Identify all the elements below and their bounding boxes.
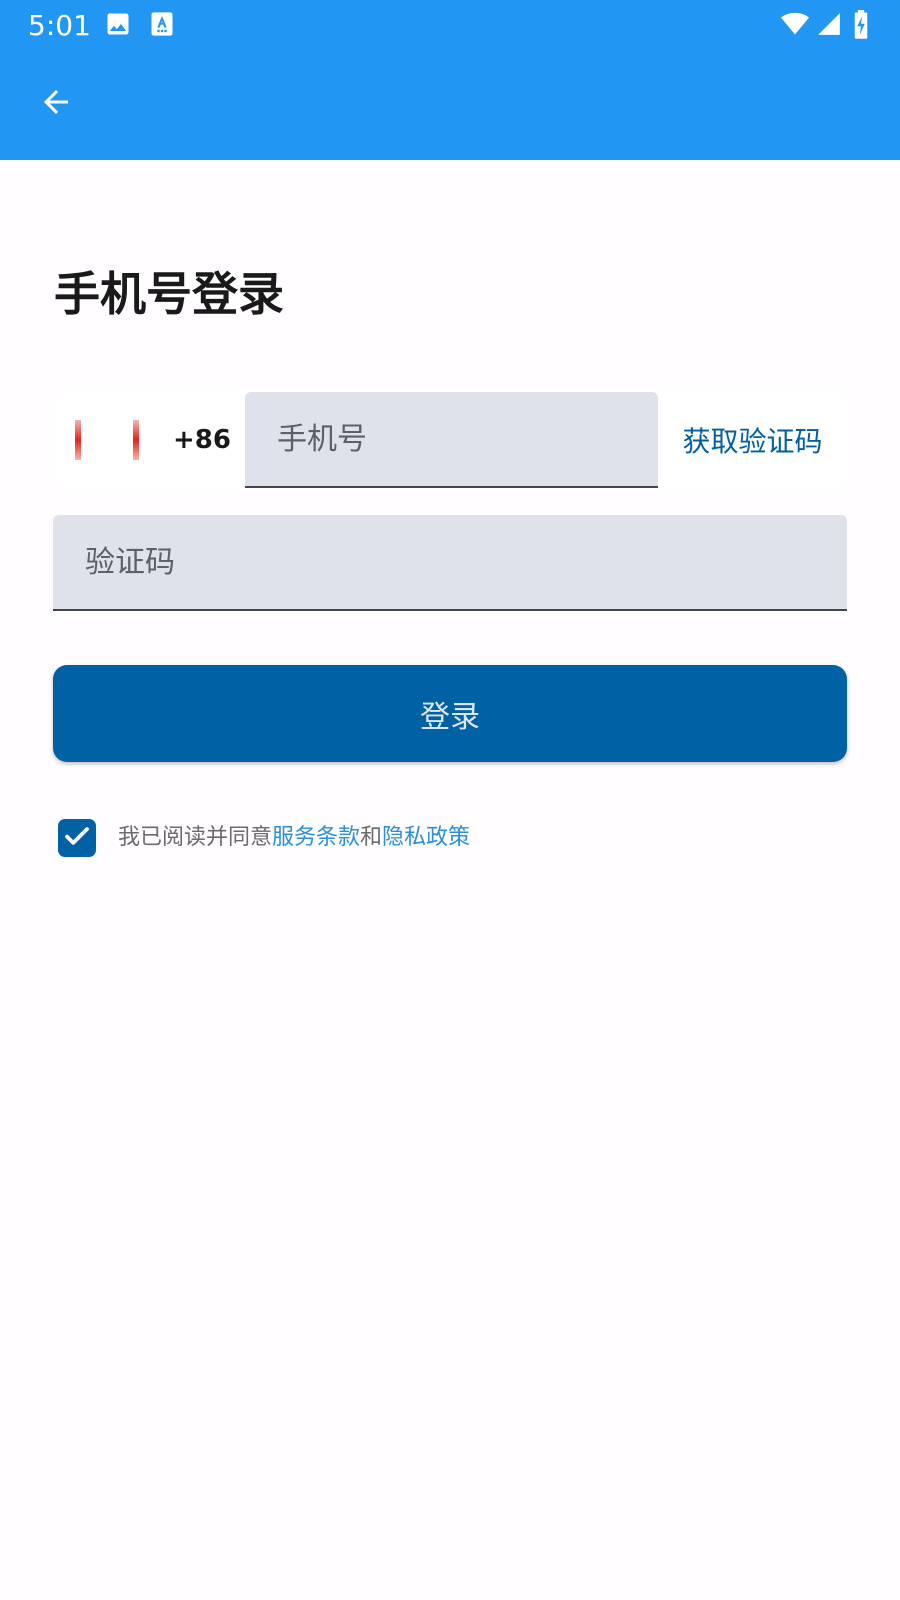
login-button[interactable]: 登录 <box>53 665 847 762</box>
page-title: 手机号登录 <box>54 267 284 321</box>
text-a-icon <box>148 10 176 38</box>
app-bar: 5:01 <box>0 0 900 160</box>
phone-field <box>245 392 658 488</box>
cn-flag-icon <box>75 420 139 460</box>
agreement-and: 和 <box>360 825 383 850</box>
arrow-back-icon <box>38 84 74 124</box>
country-code-selector[interactable]: +86 <box>53 392 245 488</box>
signal-icon <box>816 10 844 38</box>
image-icon <box>104 10 132 38</box>
dial-code: +86 <box>173 425 231 455</box>
agreement-text: 我已阅读并同意服务条款和隐私政策 <box>118 818 470 858</box>
terms-link[interactable]: 服务条款 <box>272 825 360 850</box>
wifi-icon <box>780 10 810 38</box>
agreement-checkbox[interactable] <box>58 819 96 857</box>
agreement-prefix: 我已阅读并同意 <box>118 825 273 850</box>
check-icon <box>62 821 92 855</box>
verification-code-input[interactable] <box>53 515 847 609</box>
status-time: 5:01 <box>28 9 91 42</box>
phone-input[interactable] <box>245 392 658 486</box>
code-field <box>53 515 847 611</box>
get-code-button[interactable]: 获取验证码 <box>658 392 847 488</box>
battery-charging-icon <box>852 10 870 39</box>
privacy-link[interactable]: 隐私政策 <box>382 825 470 850</box>
phone-row: +86 获取验证码 <box>53 392 847 488</box>
back-button[interactable] <box>28 76 84 132</box>
agreement-row: 我已阅读并同意服务条款和隐私政策 <box>58 818 470 858</box>
